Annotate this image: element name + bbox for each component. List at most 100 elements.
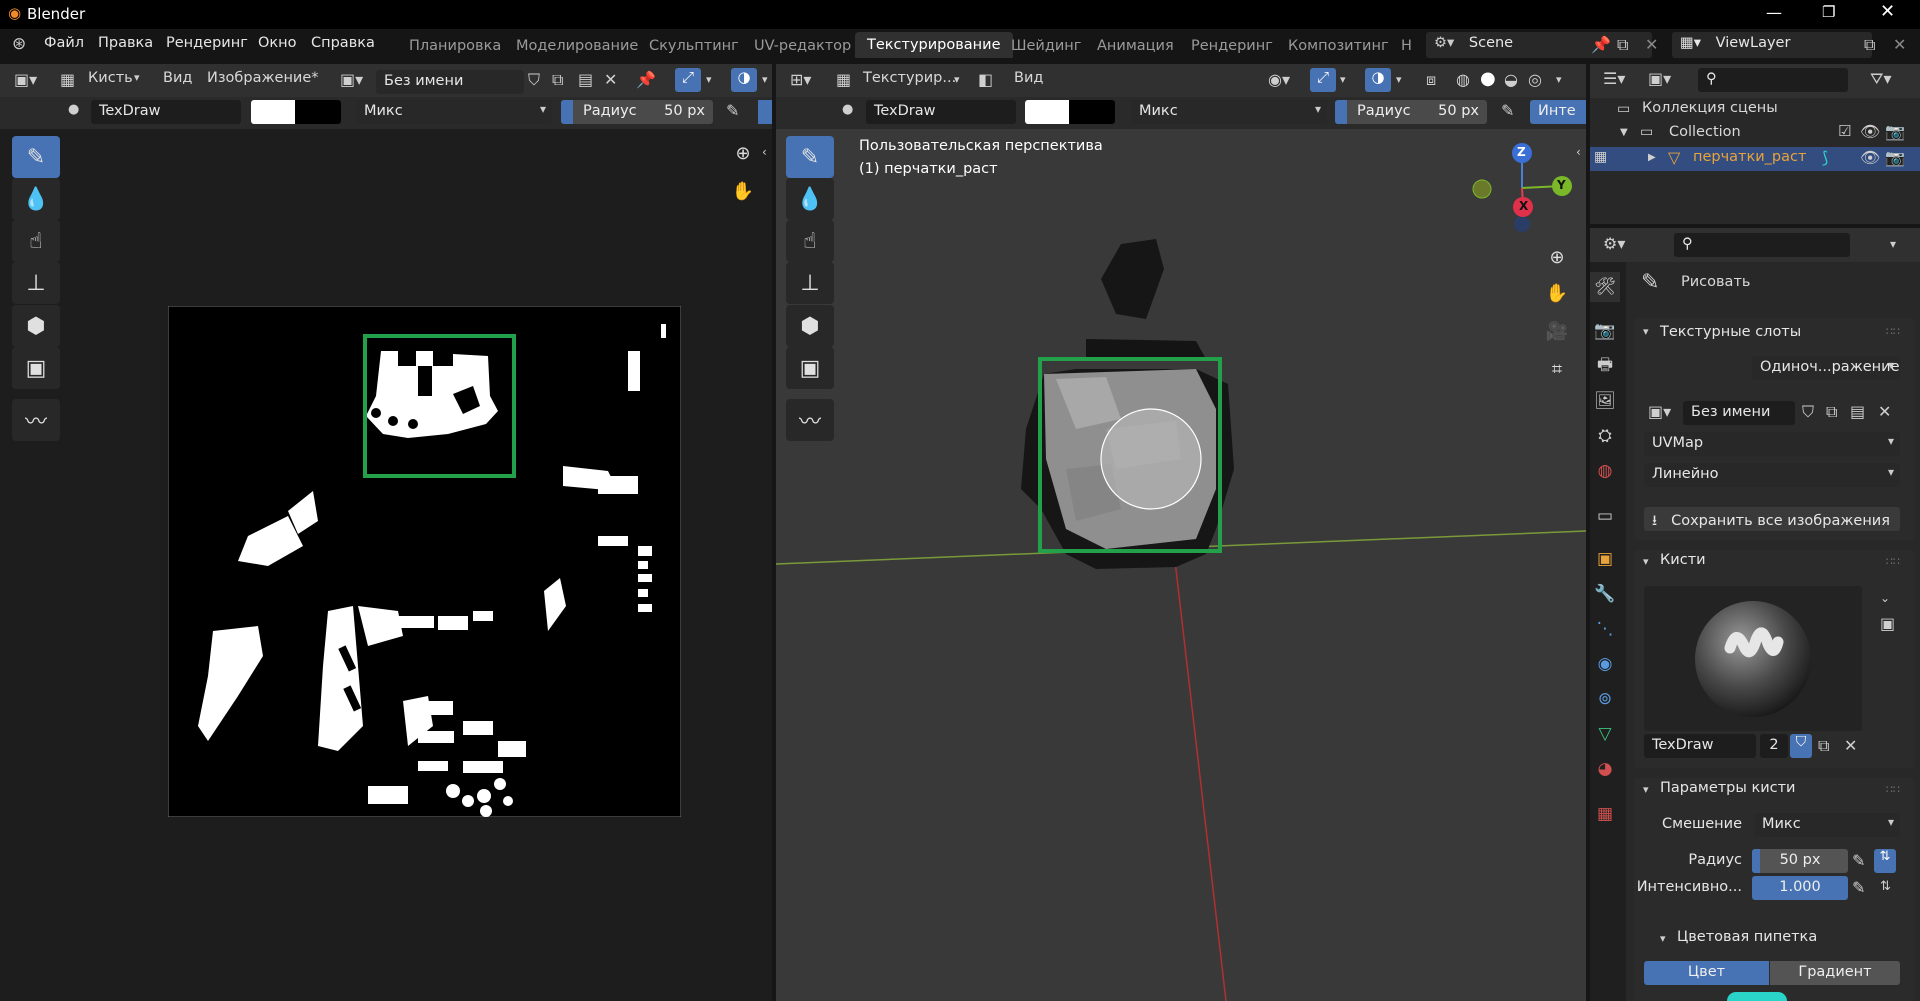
brush-settings-drag-icon[interactable]: ∷∷ [1886, 784, 1900, 795]
perspective-toggle-icon[interactable]: ⌗ [1542, 354, 1572, 384]
overlay-button[interactable]: ◑ [731, 68, 757, 92]
viewport-collapse-icon[interactable]: ‹ [1576, 146, 1581, 158]
outliner-scene-collection[interactable]: Коллекция сцены [1642, 100, 1778, 116]
outliner-search-input[interactable]: ⚲ [1698, 68, 1848, 92]
close-window-icon[interactable]: ✕ [1880, 3, 1895, 21]
radius-unit-toggle[interactable]: ⇅ [1874, 849, 1896, 873]
brush-preview-icon[interactable]: ● [68, 103, 79, 116]
visibility-icon[interactable]: ◉▾ [1268, 72, 1290, 88]
viewport-soften-tool-button[interactable]: 💧 [786, 178, 834, 220]
xray-icon[interactable]: ⧈ [1426, 72, 1436, 88]
render-tab-icon[interactable]: 📷 [1590, 316, 1620, 346]
fill-tool-button[interactable]: ⬢ [12, 305, 60, 347]
annotate-tool-button[interactable]: 〰 [12, 399, 60, 441]
solid-shading-icon[interactable]: ● [1480, 70, 1496, 88]
brush-fake-user-button[interactable]: ⛉ [1790, 734, 1812, 758]
tab-rendering[interactable]: Рендеринг [1191, 38, 1273, 54]
viewport-menu-view[interactable]: Вид [1014, 70, 1043, 86]
object-expand-icon[interactable]: ▶ [1648, 153, 1656, 163]
image-radius-slider[interactable]: Радиус 50 px [561, 100, 713, 124]
viewport-mask-tool-button[interactable]: ▣ [786, 347, 834, 389]
image-blend-mode[interactable]: Микс ▾ [356, 100, 552, 124]
object-visibility-icon[interactable]: 👁 [1860, 150, 1880, 166]
slot-fake-user-icon[interactable]: ⛉ [1802, 404, 1814, 420]
menu-render[interactable]: Рендеринг [166, 35, 248, 51]
image-editor-mode[interactable]: Кисть [88, 70, 133, 86]
viewport-editor-type-icon[interactable]: ⊞▾ [790, 72, 811, 88]
brush-strength-slider[interactable]: 1.000 [1752, 876, 1848, 900]
outliner-display-mode-icon[interactable]: ▣▾ [1648, 71, 1671, 87]
menu-help[interactable]: Справка [311, 35, 375, 51]
viewport-clone-tool-button[interactable]: ⊥ [786, 262, 834, 304]
smear-tool-button[interactable]: ☝ [12, 220, 60, 262]
slot-image-name[interactable]: Без имени [1683, 401, 1795, 425]
texture-mode-dropdown[interactable]: Одиноч...ражение ▾ [1752, 356, 1900, 380]
slot-open-image-icon[interactable]: ▤ [1850, 404, 1865, 420]
constraints-tab-icon[interactable]: ⊚ [1590, 684, 1620, 714]
viewport-strength-slider[interactable]: Инте [1530, 100, 1586, 124]
world-tab-icon[interactable]: ◍ [1590, 456, 1620, 486]
collection-tab-icon[interactable]: ▭ [1590, 501, 1620, 531]
viewport-annotate-tool-button[interactable]: 〰 [786, 399, 834, 441]
tab-sculpting[interactable]: Скульптинг [649, 38, 739, 54]
delete-view-layer-icon[interactable]: ✕ [1893, 37, 1906, 53]
particles-tab-icon[interactable]: ⋱ [1590, 614, 1620, 644]
outliner-collection[interactable]: Collection [1669, 124, 1741, 140]
tab-animation[interactable]: Анимация [1097, 38, 1174, 54]
menu-window[interactable]: Окно [258, 35, 297, 51]
shading-chevron-icon[interactable]: ▾ [1556, 74, 1562, 85]
brushes-header[interactable]: Кисти [1660, 552, 1706, 568]
wireframe-shading-icon[interactable]: ◍ [1456, 72, 1470, 88]
camera-view-icon[interactable]: 🎥 [1542, 316, 1572, 346]
viewport-brush-preview-icon[interactable]: ● [842, 103, 853, 116]
viewport-pan-icon[interactable]: ✋ [1542, 278, 1572, 308]
brush-name-field[interactable]: TexDraw [1644, 734, 1756, 758]
zoom-icon[interactable]: ⊕ [728, 138, 758, 168]
brush-radius-slider[interactable]: 50 px [1752, 849, 1848, 873]
delete-scene-icon[interactable]: ✕ [1645, 37, 1658, 53]
open-image-icon[interactable]: ▤ [578, 72, 593, 88]
tool-tab-icon[interactable]: 🛠 [1590, 272, 1620, 302]
overlay-chevron-icon[interactable]: ▾ [762, 74, 768, 85]
brush-list-chevron-icon[interactable]: ⌄ [1880, 592, 1890, 604]
uvmap-dropdown[interactable]: UVMap ▾ [1644, 432, 1900, 456]
brush-duplicate-icon[interactable]: ⧉ [1818, 738, 1829, 754]
new-view-layer-icon[interactable]: ⧉ [1864, 37, 1875, 53]
viewport-blend-mode[interactable]: Микс ▾ [1131, 100, 1327, 124]
uv-sync-button[interactable]: ⤢ [675, 68, 701, 92]
strength-pressure-icon[interactable]: ✎ [1852, 880, 1865, 896]
menu-image[interactable]: Изображение* [207, 70, 319, 86]
tab-more[interactable]: Н [1401, 38, 1412, 54]
soften-tool-button[interactable]: 💧 [12, 178, 60, 220]
tab-modeling[interactable]: Моделирование [516, 38, 638, 54]
material-shading-icon[interactable]: ◒ [1504, 72, 1518, 88]
mask-tool-button[interactable]: ▣ [12, 347, 60, 389]
save-all-images-button[interactable]: ⭳ Сохранить все изображения [1644, 507, 1900, 531]
pin-scene-icon[interactable]: 📌 [1591, 37, 1611, 53]
gizmo-chevron-icon[interactable]: ▾ [1340, 74, 1346, 85]
properties-editor-type-icon[interactable]: ⚙▾ [1603, 236, 1625, 252]
properties-search-input[interactable]: ⚲ [1674, 233, 1850, 257]
brush-unlink-icon[interactable]: ✕ [1844, 738, 1857, 754]
viewport-mode[interactable]: Текстурир... [863, 70, 956, 86]
new-image-icon[interactable]: ⧉ [552, 72, 563, 88]
uv-sync-chevron-icon[interactable]: ▾ [706, 74, 712, 85]
viewport-primary-color[interactable] [1025, 100, 1069, 124]
outliner-object-name[interactable]: перчатки_раст [1693, 149, 1806, 165]
menu-view[interactable]: Вид [163, 70, 192, 86]
output-tab-icon[interactable]: 🖶 [1590, 351, 1620, 381]
brushes-drag-icon[interactable]: ∷∷ [1886, 556, 1900, 567]
color-tab-button[interactable]: Цвет [1644, 961, 1769, 985]
outliner-filter-icon[interactable]: ⛛▾ [1870, 71, 1891, 87]
color-picker-header[interactable]: Цветовая пипетка [1677, 929, 1817, 945]
interpolation-dropdown[interactable]: Линейно ▾ [1644, 463, 1900, 487]
viewport-scene[interactable] [776, 129, 1586, 1001]
viewport-draw-tool-button[interactable]: ✎ [786, 136, 834, 178]
new-scene-icon[interactable]: ⧉ [1617, 37, 1628, 53]
material-tab-icon[interactable]: ◕ [1590, 754, 1620, 784]
brushes-expand-icon[interactable]: ▾ [1643, 556, 1649, 567]
outliner-editor-type-icon[interactable]: ☰▾ [1603, 71, 1625, 87]
texture-slots-header[interactable]: Текстурные слоты [1660, 324, 1801, 340]
clone-tool-button[interactable]: ⊥ [12, 262, 60, 304]
viewport-pressure-icon[interactable]: ✎ [1501, 103, 1514, 119]
